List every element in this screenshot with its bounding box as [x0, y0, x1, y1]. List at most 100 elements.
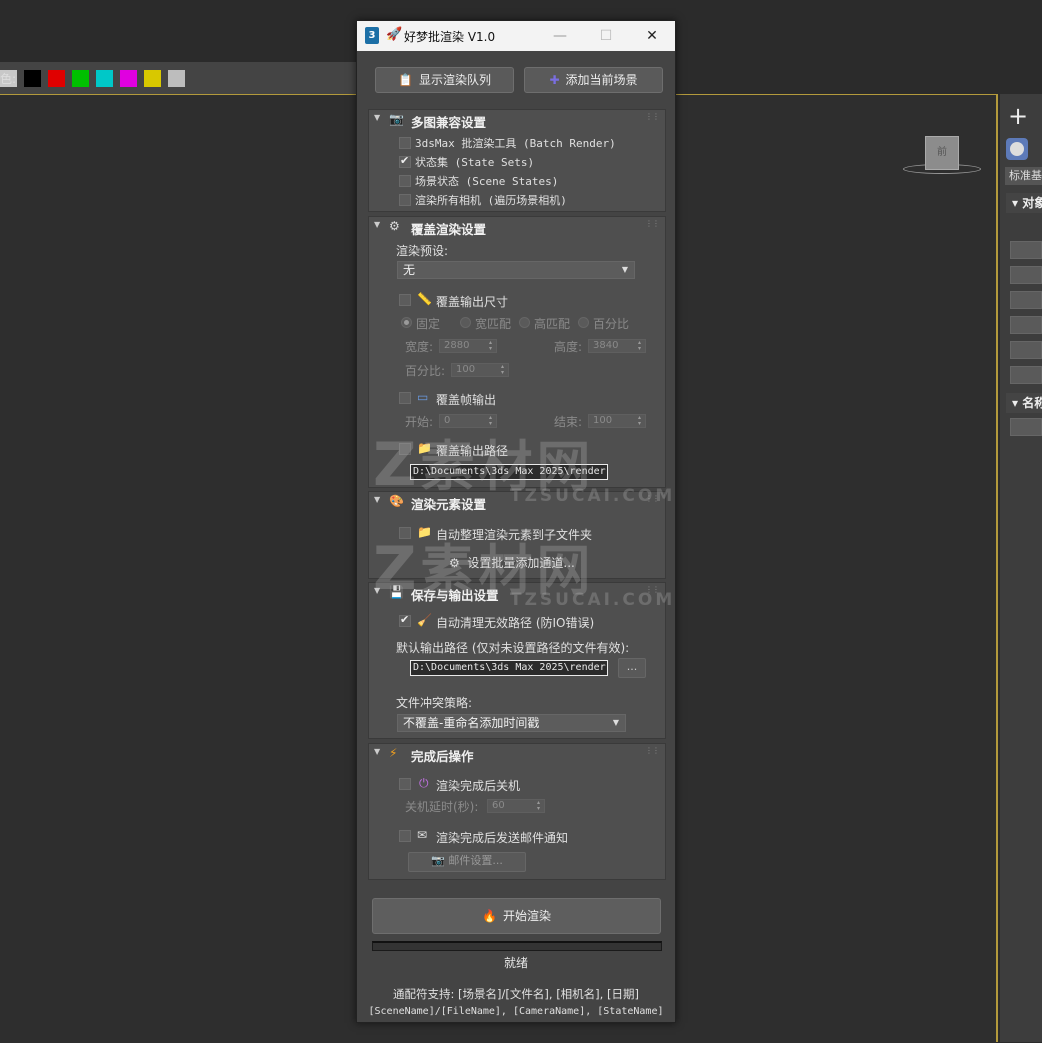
color-swatch[interactable]	[96, 70, 113, 87]
override-path-field[interactable]: D:\Documents\3ds Max 2025\render	[410, 464, 608, 480]
color-swatch[interactable]	[144, 70, 161, 87]
auto-clean-label: 自动清理无效路径 (防IO错误)	[436, 616, 595, 630]
object-button[interactable]	[1010, 341, 1042, 359]
email-label: 渲染完成后发送邮件通知	[436, 831, 569, 845]
start-render-button[interactable]: 🔥 开始渲染	[372, 898, 661, 934]
grip-icon: ⋮⋮	[645, 494, 660, 503]
post-render-header[interactable]: ▼ ⚡ 完成后操作 ⋮⋮	[369, 744, 665, 764]
maximize-button[interactable]: ☐	[583, 21, 629, 51]
object-button[interactable]	[1010, 316, 1042, 334]
default-path-field[interactable]: D:\Documents\3ds Max 2025\render	[410, 660, 608, 676]
create-plus-icon[interactable]: +	[1004, 102, 1032, 130]
all-cameras-checkbox[interactable]	[399, 194, 411, 206]
width-label: 宽度:	[405, 340, 434, 354]
floppy-icon: 💾	[389, 585, 404, 599]
color-label: 色:	[0, 72, 17, 86]
end-spinner[interactable]: 100	[588, 414, 646, 428]
show-queue-button[interactable]: 📋 显示渲染队列	[375, 67, 514, 93]
width-spinner[interactable]: 2880	[439, 339, 497, 353]
object-type-rollout[interactable]: ▾ 对象	[1006, 193, 1042, 213]
fire-icon: 🔥	[482, 909, 497, 923]
broom-icon: 🧹	[417, 613, 432, 627]
delay-spinner[interactable]: 60	[487, 799, 545, 813]
power-icon: ⏻	[419, 776, 429, 790]
minimize-button[interactable]: —	[537, 21, 583, 51]
multi-compat-panel: ▼ 📷 多图兼容设置 ⋮⋮ 3dsMax 批渲染工具 (Batch Render…	[368, 109, 666, 212]
save-output-header[interactable]: ▼ 💾 保存与输出设置 ⋮⋮	[369, 583, 665, 603]
collapse-arrow-icon: ▼	[374, 220, 381, 229]
film-icon: ▭	[417, 390, 429, 404]
gear-icon: ⚙	[389, 219, 400, 233]
batch-render-checkbox[interactable]	[399, 137, 411, 149]
render-elements-panel: ▼ 🎨 渲染元素设置 ⋮⋮ 📁 自动整理渲染元素到子文件夹 ⚙ 设置批量添加通道…	[368, 491, 666, 579]
close-button[interactable]: ✕	[629, 21, 675, 51]
scene-states-checkbox[interactable]	[399, 175, 411, 187]
status-text: 就绪	[503, 956, 528, 970]
render-elements-header[interactable]: ▼ 🎨 渲染元素设置 ⋮⋮	[369, 492, 665, 512]
browse-button[interactable]: ...	[618, 658, 646, 678]
radio-percent[interactable]	[578, 317, 589, 328]
radio-height-match[interactable]	[519, 317, 530, 328]
color-swatch[interactable]	[120, 70, 137, 87]
default-path-label: 默认输出路径 (仅对未设置路径的文件有效):	[396, 641, 630, 655]
radio-percent-label: 百分比	[593, 317, 630, 331]
color-swatch[interactable]	[72, 70, 89, 87]
radio-height-match-label: 高匹配	[534, 317, 571, 331]
auto-organize-checkbox[interactable]	[399, 527, 411, 539]
override-path-label: 覆盖输出路径	[436, 444, 509, 458]
grip-icon: ⋮⋮	[645, 112, 660, 121]
override-frame-checkbox[interactable]	[399, 392, 411, 404]
start-spinner[interactable]: 0	[439, 414, 497, 428]
override-size-checkbox[interactable]	[399, 294, 411, 306]
auto-clean-checkbox[interactable]	[399, 613, 411, 627]
viewport-active-border	[996, 94, 998, 1042]
object-button[interactable]	[1010, 241, 1042, 259]
radio-width-match[interactable]	[460, 317, 471, 328]
conflict-select[interactable]: 不覆盖-重命名添加时间戳	[397, 714, 626, 732]
color-swatch[interactable]	[168, 70, 185, 87]
add-scene-button[interactable]: ✚ 添加当前场景	[524, 67, 663, 93]
app-icon: 3	[365, 27, 379, 44]
override-path-checkbox[interactable]	[399, 443, 411, 455]
envelope-icon: ✉	[417, 828, 428, 842]
object-type-dropdown[interactable]: 标准基	[1005, 167, 1042, 185]
override-render-header[interactable]: ▼ ⚙ 覆盖渲染设置 ⋮⋮	[369, 217, 665, 237]
email-checkbox[interactable]	[399, 830, 411, 842]
color-swatch[interactable]	[24, 70, 41, 87]
list-icon: 📋	[398, 73, 413, 87]
wildcard-hint-en: [SceneName]/[FileName], [CameraName], [S…	[368, 1006, 664, 1017]
batch-channel-button[interactable]: ⚙ 设置批量添加通道...	[449, 554, 575, 571]
object-button[interactable]	[1010, 366, 1042, 384]
state-sets-label: 状态集 (State Sets)	[415, 156, 535, 169]
color-swatch[interactable]	[48, 70, 65, 87]
viewcube[interactable]: 前	[925, 136, 959, 170]
shutdown-checkbox[interactable]	[399, 778, 411, 790]
render-preset-select[interactable]: 无	[397, 261, 635, 279]
percent-spinner[interactable]: 100	[451, 363, 509, 377]
palette-icon: 🎨	[389, 494, 404, 508]
name-field[interactable]	[1010, 418, 1042, 436]
command-panel	[1000, 94, 1042, 1042]
radio-fixed-label: 固定	[416, 317, 441, 331]
object-button[interactable]	[1010, 291, 1042, 309]
grip-icon: ⋮⋮	[645, 219, 660, 228]
name-color-rollout[interactable]: ▾ 名称	[1006, 393, 1042, 413]
state-sets-checkbox[interactable]	[399, 154, 411, 168]
camera-icon: 📷	[431, 854, 445, 867]
batch-render-dialog: 3 🚀 好梦批渲染 V1.0 — ☐ ✕ 📋 显示渲染队列 ✚ 添加当前场景 ▼ 📷…	[356, 20, 676, 1023]
title-bar[interactable]: 3 🚀 好梦批渲染 V1.0 — ☐ ✕	[357, 21, 675, 51]
lightning-icon: ⚡	[389, 746, 398, 760]
grip-icon: ⋮⋮	[645, 746, 660, 755]
radio-fixed[interactable]	[401, 317, 412, 328]
object-button[interactable]	[1010, 266, 1042, 284]
geometry-circle-icon[interactable]	[1006, 138, 1028, 160]
folder-icon: 📁	[417, 525, 432, 539]
plus-icon: ✚	[549, 73, 560, 87]
scene-states-label: 场景状态 (Scene States)	[415, 175, 559, 188]
shutdown-label: 渲染完成后关机	[436, 779, 521, 793]
multi-compat-header[interactable]: ▼ 📷 多图兼容设置 ⋮⋮	[369, 110, 665, 130]
email-settings-button[interactable]: 📷 邮件设置...	[408, 852, 526, 872]
end-label: 结束:	[554, 415, 583, 429]
height-spinner[interactable]: 3840	[588, 339, 646, 353]
wildcard-hint-cn: 通配符支持: [场景名]/[文件名], [相机名], [日期]	[393, 987, 639, 1001]
